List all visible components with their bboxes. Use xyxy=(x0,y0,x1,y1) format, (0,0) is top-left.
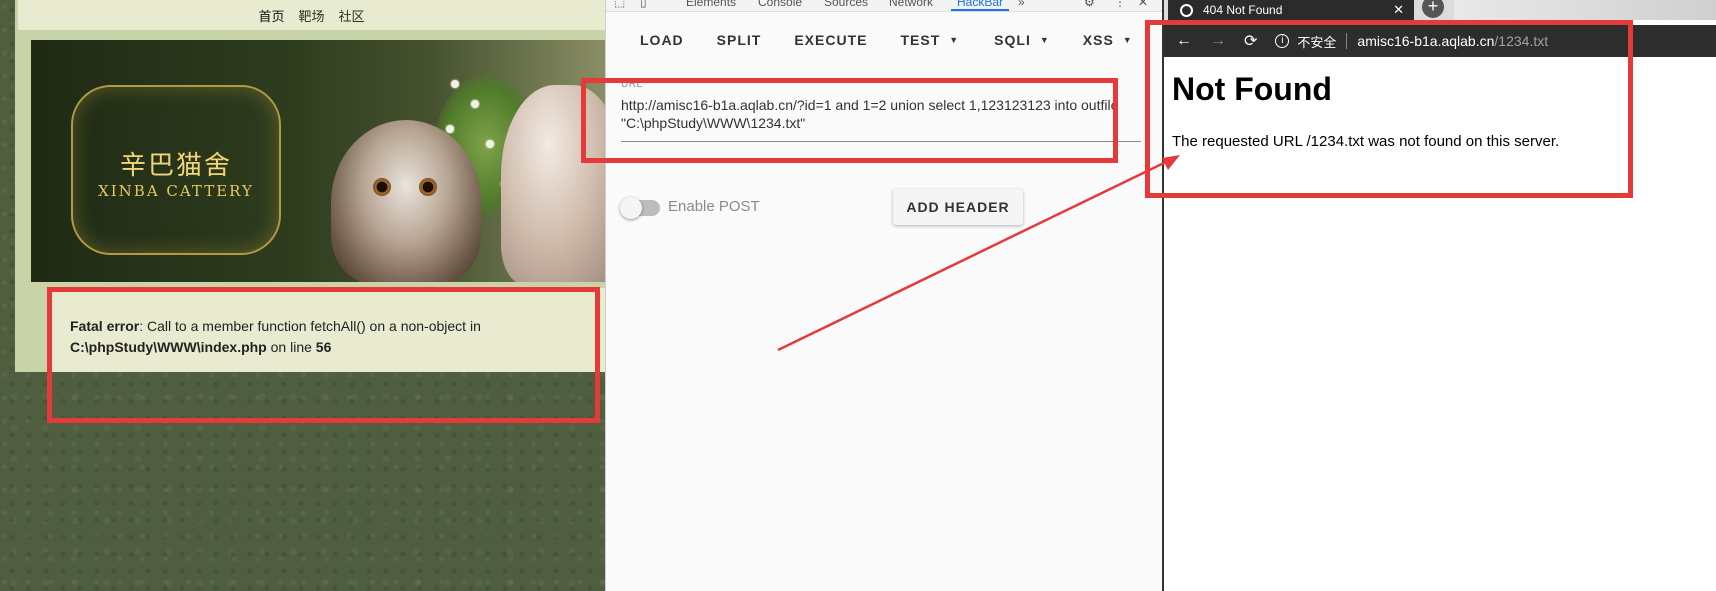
tab-sources[interactable]: Sources xyxy=(824,0,868,9)
tab-network[interactable]: Network xyxy=(889,0,933,9)
execute-button[interactable]: EXECUTE xyxy=(794,32,867,48)
logo-chinese: 辛巴猫舍 xyxy=(119,151,232,181)
enable-post-toggle[interactable] xyxy=(620,197,660,219)
load-button[interactable]: LOAD xyxy=(640,32,684,48)
kebab-menu-icon[interactable]: ⋮ xyxy=(1114,0,1126,9)
browser-tabbar: 404 Not Found ✕ + xyxy=(1164,0,1716,20)
highlight-box-notfound xyxy=(1145,20,1633,198)
cat-image-1 xyxy=(331,120,481,282)
toggle-knob xyxy=(620,197,642,219)
device-toggle-icon[interactable]: ▯ xyxy=(640,0,647,9)
flower-decor xyxy=(471,100,479,108)
nav-range-link[interactable]: 靶场 xyxy=(298,6,324,25)
caret-down-icon: ▼ xyxy=(1039,34,1050,45)
tab-console[interactable]: Console xyxy=(758,0,802,9)
caret-down-icon: ▼ xyxy=(1122,34,1133,45)
sqli-dropdown[interactable]: SQLI ▼ xyxy=(994,32,1050,48)
new-tab-button[interactable]: + xyxy=(1422,0,1444,18)
flower-decor xyxy=(486,140,494,148)
globe-icon xyxy=(1180,3,1193,17)
xss-dropdown[interactable]: XSS ▼ xyxy=(1083,32,1133,48)
nav-home-link[interactable]: 首页 xyxy=(258,6,284,25)
close-devtools-icon[interactable]: ✕ xyxy=(1138,0,1148,9)
browser-tab[interactable]: 404 Not Found ✕ xyxy=(1168,0,1414,20)
tab-hackbar[interactable]: HackBar xyxy=(951,0,1010,11)
logo-english: XINBA CATTERY xyxy=(98,182,254,200)
tab-title: 404 Not Found xyxy=(1203,3,1283,17)
tabbar-background xyxy=(1454,0,1716,20)
tab-close-icon[interactable]: ✕ xyxy=(1393,2,1404,18)
cat-eye xyxy=(373,178,391,196)
settings-icon[interactable]: ⚙ xyxy=(1084,0,1095,9)
hackbar-toolbar: LOAD SPLIT EXECUTE TEST ▼ SQLI ▼ XSS ▼ xyxy=(606,17,1163,62)
highlight-box-url xyxy=(581,78,1118,163)
inspect-icon[interactable]: ⬚ xyxy=(614,0,625,9)
cat-eye xyxy=(419,178,437,196)
test-dropdown[interactable]: TEST ▼ xyxy=(900,32,959,48)
flower-decor xyxy=(446,125,454,133)
flower-decor xyxy=(451,80,459,88)
split-button[interactable]: SPLIT xyxy=(717,32,762,48)
nav-community-link[interactable]: 社区 xyxy=(339,6,365,25)
devtools-tabbar: ⬚ ▯ Elements Console Sources Network Hac… xyxy=(606,0,1163,12)
add-header-button[interactable]: ADD HEADER xyxy=(893,189,1023,225)
site-nav: 首页 靶场 社区 xyxy=(18,0,605,30)
test-label: TEST xyxy=(900,31,941,48)
sqli-label: SQLI xyxy=(994,31,1031,48)
screenshot-root: 首页 靶场 社区 辛巴猫舍 XINBA CATTERY Fatal error:… xyxy=(0,0,1716,591)
more-tabs-icon[interactable]: » xyxy=(1018,0,1025,9)
tab-elements[interactable]: Elements xyxy=(686,0,736,9)
highlight-box-error xyxy=(47,287,600,423)
caret-down-icon: ▼ xyxy=(949,34,960,45)
xss-label: XSS xyxy=(1082,31,1114,48)
enable-post-label: Enable POST xyxy=(668,198,760,215)
site-banner: 辛巴猫舍 XINBA CATTERY xyxy=(31,40,605,282)
